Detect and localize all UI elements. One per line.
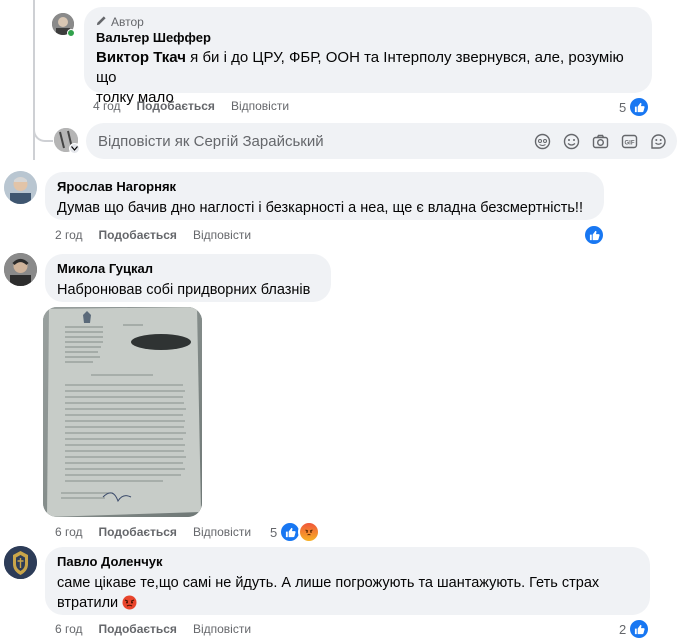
online-dot <box>67 29 75 37</box>
avatar[interactable] <box>4 253 37 286</box>
comment-author[interactable]: Вальтер Шеффер <box>96 30 640 46</box>
emoji-icon[interactable] <box>563 133 580 150</box>
svg-text:GIF: GIF <box>625 140 635 146</box>
account-switch-chevron-icon[interactable] <box>69 143 80 154</box>
mention-link[interactable]: Виктор Ткач <box>96 49 186 66</box>
sticker-icon[interactable] <box>650 133 667 150</box>
comment-text: Думав що бачив дно наглості і безкарност… <box>57 200 583 216</box>
comment-bubble: Ярослав Нагорняк Думав що бачив дно нагл… <box>45 172 604 220</box>
like-icon <box>628 96 651 118</box>
like-button[interactable]: Подобається <box>99 525 177 539</box>
reply-placeholder: Відповісти як Сергій Зарайський <box>98 132 324 150</box>
comment-actions: 6 год Подобається Відповісти <box>55 622 251 636</box>
author-badge: Автор <box>96 15 640 29</box>
comment-text-line1: саме цікаве те,що самі не йдуть. А лише … <box>57 575 600 591</box>
pencil-icon <box>96 15 107 29</box>
comment-actions: 2 год Подобається Відповісти <box>55 228 251 242</box>
like-button[interactable]: Подобається <box>99 228 177 242</box>
reaction-summary[interactable]: 5 <box>619 96 651 118</box>
comment-actions: 6 год Подобається Відповісти <box>55 525 251 539</box>
comment-time[interactable]: 4 год <box>93 99 121 113</box>
like-icon <box>583 224 605 246</box>
angry-icon <box>298 521 321 543</box>
angry-face-emoji-icon <box>122 595 137 616</box>
reply-button[interactable]: Відповісти <box>193 622 251 636</box>
attached-document-photo[interactable] <box>43 307 202 517</box>
comment-actions: 4 год Подобається Відповісти <box>93 99 289 113</box>
reaction-summary[interactable] <box>583 224 605 246</box>
comment-time[interactable]: 6 год <box>55 525 83 539</box>
reply-tools: GIF <box>534 133 677 150</box>
comment-author[interactable]: Павло Доленчук <box>57 554 638 570</box>
comment-time[interactable]: 2 год <box>55 228 83 242</box>
avatar[interactable] <box>4 546 37 579</box>
like-button[interactable]: Подобається <box>99 622 177 636</box>
comment-author[interactable]: Ярослав Нагорняк <box>57 179 592 195</box>
comment-author[interactable]: Микола Гуцкал <box>57 261 319 277</box>
comment-bubble: Павло Доленчук саме цікаве те,що самі не… <box>45 547 650 615</box>
avatar-sticker-icon[interactable] <box>534 133 551 150</box>
gif-icon[interactable]: GIF <box>621 133 638 150</box>
author-badge-label: Автор <box>111 15 144 29</box>
comment-text-line2: втратили <box>57 595 119 611</box>
reaction-count: 2 <box>619 621 627 637</box>
reply-button[interactable]: Відповісти <box>193 525 251 539</box>
camera-icon[interactable] <box>592 133 609 150</box>
reaction-summary[interactable]: 2 <box>619 618 651 640</box>
avatar[interactable] <box>4 171 37 204</box>
like-icon <box>628 618 651 640</box>
reply-input[interactable]: Відповісти як Сергій Зарайський GIF <box>86 123 677 159</box>
reply-button[interactable]: Відповісти <box>231 99 289 113</box>
comment-bubble: Автор Вальтер Шеффер Виктор Ткач я би і … <box>84 7 652 106</box>
comment-text: Набронював собі придворних блазнів <box>57 282 311 298</box>
like-button[interactable]: Подобається <box>137 99 215 113</box>
comment-text: саме цікаве те,що самі не йдуть. А лише … <box>57 573 638 616</box>
reaction-count: 5 <box>270 524 278 540</box>
reaction-count: 5 <box>619 99 627 115</box>
reply-button[interactable]: Відповісти <box>193 228 251 242</box>
reaction-summary[interactable]: 5 <box>270 521 321 543</box>
comment-time[interactable]: 6 год <box>55 622 83 636</box>
comment-bubble: Микола Гуцкал Набронював собі придворних… <box>45 254 331 302</box>
thread-connector-curve <box>33 110 53 142</box>
